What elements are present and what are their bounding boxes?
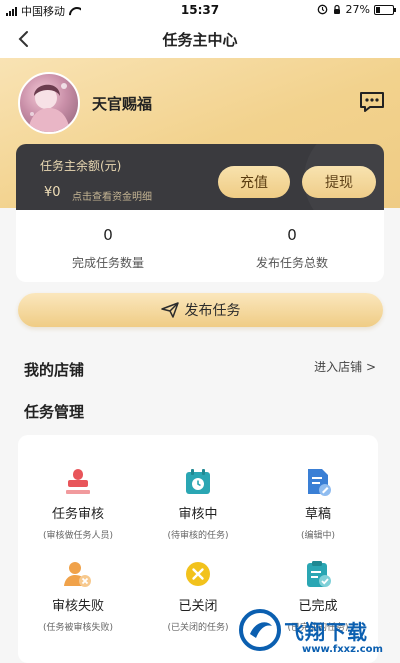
draft-label: 草稿: [304, 507, 331, 522]
enter-shop-link[interactable]: 进入店铺 >: [314, 358, 376, 375]
completed-label: 完成任务数量: [71, 256, 144, 270]
user-name: 天官赐福: [92, 95, 153, 113]
task-review-sub: (审核做任务人员): [42, 531, 114, 541]
review-failed-sub: (任务被审核失败): [42, 623, 114, 633]
watermark: 飞翔下载 www.fxxz.com: [236, 600, 400, 663]
published-stat: 0 发布任务总数: [200, 226, 384, 271]
stats-card: 0 完成任务数量 0 发布任务总数: [16, 210, 384, 282]
withdraw-button[interactable]: 提现: [302, 166, 376, 198]
calendar-clock-icon: [183, 467, 213, 497]
nav-bar: 任务主中心: [0, 20, 400, 58]
chat-bubble-icon: [360, 92, 384, 112]
user-reject-icon: [63, 559, 93, 589]
close-circle-icon: [183, 559, 213, 589]
battery-percent: 27%: [345, 3, 370, 16]
published-label: 发布任务总数: [255, 256, 328, 270]
balance-card: 任务主余额(元) ¥0 点击查看资金明细 充值 提现: [16, 144, 384, 210]
stamp-icon: [63, 467, 93, 497]
completed-count: 0: [103, 226, 113, 244]
publish-task-label: 发布任务: [184, 303, 241, 319]
task-review-item[interactable]: 任务审核 (审核做任务人员): [18, 467, 138, 541]
status-bar: 中国移动 15:37 27%: [0, 0, 400, 20]
avatar-illustration: [28, 83, 70, 132]
avatar[interactable]: [18, 72, 80, 134]
watermark-url: www.fxxz.com: [302, 644, 383, 655]
under-review-sub: (待审核的任务): [167, 531, 229, 541]
fund-detail-link[interactable]: 点击查看资金明细: [72, 188, 152, 203]
balance-label: 任务主余额(元): [40, 159, 122, 173]
task-management-title: 任务管理: [24, 403, 85, 421]
page-title: 任务主中心: [162, 31, 238, 49]
review-failed-label: 审核失败: [51, 599, 104, 614]
document-edit-icon: [303, 467, 333, 497]
rotation-lock-icon: [333, 4, 340, 14]
under-review-item[interactable]: 审核中 (待审核的任务): [138, 467, 258, 541]
completed-stat: 0 完成任务数量: [16, 226, 200, 271]
clipboard-check-icon: [303, 559, 333, 589]
send-icon: [160, 302, 179, 318]
published-count: 0: [287, 226, 297, 244]
task-review-label: 任务审核: [51, 507, 104, 522]
watermark-text: 飞翔下载: [284, 620, 368, 644]
recharge-button[interactable]: 充值: [218, 166, 290, 198]
status-right: 27%: [317, 3, 396, 16]
review-failed-item[interactable]: 审核失败 (任务被审核失败): [18, 559, 138, 633]
my-shop-title: 我的店铺: [24, 361, 85, 379]
balance-amount: ¥0: [44, 185, 61, 200]
message-button[interactable]: [358, 90, 386, 114]
alarm-icon: [317, 4, 327, 15]
under-review-label: 审核中: [178, 507, 218, 522]
draft-sub: (编辑中): [300, 531, 336, 541]
draft-item[interactable]: 草稿 (编辑中): [258, 467, 378, 541]
watermark-logo: [239, 609, 281, 651]
publish-task-button[interactable]: 发布任务: [18, 293, 383, 327]
battery-icon: [374, 4, 396, 15]
